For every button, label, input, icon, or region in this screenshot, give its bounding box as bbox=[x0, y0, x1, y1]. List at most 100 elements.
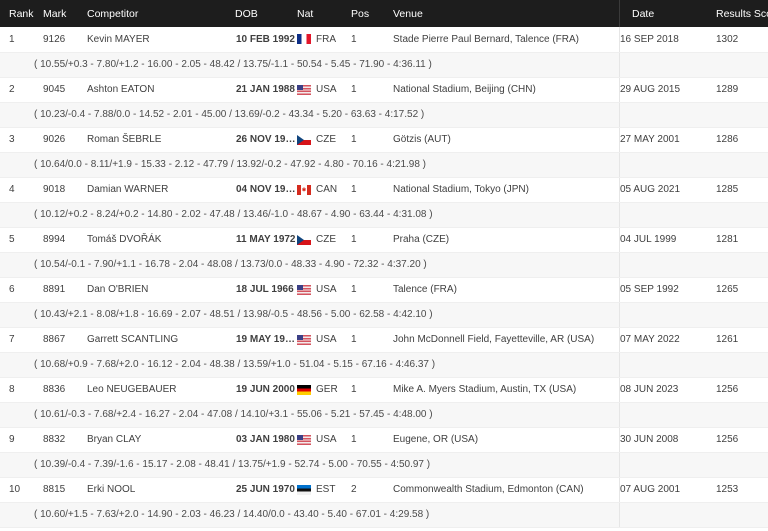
cell-venue: Götzis (AUT) bbox=[393, 127, 620, 153]
cell-dob: 03 JAN 1980 bbox=[235, 427, 297, 453]
cell-pos: 1 bbox=[351, 427, 393, 453]
table-row[interactable]: 6 8891 Dan O'BRIEN 18 JUL 1966 USA 1 Talence (… bbox=[0, 277, 768, 303]
table-row[interactable]: 5 8994 Tomáš DVOŘÁK 11 MAY 1972 CZE 1 Praha (C… bbox=[0, 227, 768, 253]
table-detail-row: ( 10.43/+2.1 - 8.08/+1.8 - 16.69 - 2.07 … bbox=[0, 302, 768, 328]
cell-rank: 4 bbox=[0, 177, 43, 203]
cell-competitor: Garrett SCANTLING bbox=[87, 327, 235, 353]
cell-competitor: Ashton EATON bbox=[87, 77, 235, 103]
cell-pos: 2 bbox=[351, 477, 393, 503]
detail-spacer-date bbox=[619, 102, 716, 128]
cell-results-score: 1281 bbox=[716, 227, 768, 253]
column-header-rank[interactable]: Rank bbox=[0, 0, 43, 27]
table-row[interactable]: 3 9026 Roman ŠEBRLE 26 NOV 1974 CZE 1 Götzis (… bbox=[0, 127, 768, 153]
flag-can-icon bbox=[297, 184, 311, 195]
cell-pos: 1 bbox=[351, 327, 393, 353]
flag-usa-icon bbox=[297, 284, 311, 295]
cell-nat: GER bbox=[297, 377, 351, 403]
detail-spacer-score bbox=[716, 102, 768, 128]
nat-code: FRA bbox=[316, 33, 336, 45]
cell-nat: CZE bbox=[297, 227, 351, 253]
cell-results-score: 1265 bbox=[716, 277, 768, 303]
detail-performance-breakdown: ( 10.39/-0.4 - 7.39/-1.6 - 15.17 - 2.08 … bbox=[0, 452, 620, 478]
cell-mark: 8867 bbox=[43, 327, 87, 353]
table-row[interactable]: 4 9018 Damian WARNER 04 NOV 1989 CAN 1 Nationa… bbox=[0, 177, 768, 203]
nat-code: USA bbox=[316, 284, 337, 295]
cell-mark: 9018 bbox=[43, 177, 87, 203]
cell-dob: 11 MAY 1972 bbox=[235, 227, 297, 253]
flag-fra-icon bbox=[297, 34, 311, 45]
nat-code: USA bbox=[316, 434, 337, 445]
cell-date: 07 AUG 2001 bbox=[619, 477, 716, 503]
detail-performance-breakdown: ( 10.23/-0.4 - 7.88/0.0 - 14.52 - 2.01 -… bbox=[0, 102, 620, 128]
cell-date: 04 JUL 1999 bbox=[619, 227, 716, 253]
column-header-mark[interactable]: Mark bbox=[43, 0, 87, 27]
cell-competitor: Leo NEUGEBAUER bbox=[87, 377, 235, 403]
cell-pos: 1 bbox=[351, 27, 393, 53]
cell-pos: 1 bbox=[351, 77, 393, 103]
cell-competitor: Tomáš DVOŘÁK bbox=[87, 227, 235, 253]
cell-rank: 1 bbox=[0, 27, 43, 53]
detail-performance-breakdown: ( 10.55/+0.3 - 7.80/+1.2 - 16.00 - 2.05 … bbox=[0, 52, 620, 78]
nat-code: USA bbox=[316, 84, 337, 95]
cell-venue: National Stadium, Tokyo (JPN) bbox=[393, 177, 620, 203]
detail-spacer-score bbox=[716, 202, 768, 228]
cell-rank: 2 bbox=[0, 77, 43, 103]
cell-date: 05 AUG 2021 bbox=[619, 177, 716, 203]
detail-spacer-date bbox=[619, 402, 716, 428]
cell-rank: 9 bbox=[0, 427, 43, 453]
cell-rank: 6 bbox=[0, 277, 43, 303]
cell-venue: Talence (FRA) bbox=[393, 277, 620, 303]
cell-date: 05 SEP 1992 bbox=[619, 277, 716, 303]
detail-performance-breakdown: ( 10.64/0.0 - 8.11/+1.9 - 15.33 - 2.12 -… bbox=[0, 152, 620, 178]
cell-dob: 26 NOV 1974 bbox=[235, 127, 297, 153]
detail-performance-breakdown: ( 10.43/+2.1 - 8.08/+1.8 - 16.69 - 2.07 … bbox=[0, 302, 620, 328]
nat-code: CZE bbox=[316, 234, 336, 245]
cell-date: 08 JUN 2023 bbox=[619, 377, 716, 403]
cell-competitor: Damian WARNER bbox=[87, 177, 235, 203]
cell-venue: Mike A. Myers Stadium, Austin, TX (USA) bbox=[393, 377, 620, 403]
column-header-pos[interactable]: Pos bbox=[351, 0, 393, 27]
cell-pos: 1 bbox=[351, 227, 393, 253]
cell-date: 16 SEP 2018 bbox=[619, 27, 716, 53]
cell-nat: EST bbox=[297, 477, 351, 503]
cell-nat: CZE bbox=[297, 127, 351, 153]
cell-dob: 18 JUL 1966 bbox=[235, 277, 297, 303]
cell-dob: 10 FEB 1992 bbox=[235, 27, 297, 53]
cell-results-score: 1256 bbox=[716, 427, 768, 453]
cell-results-score: 1302 bbox=[716, 27, 768, 53]
cell-pos: 1 bbox=[351, 177, 393, 203]
column-header-nat[interactable]: Nat bbox=[297, 0, 351, 27]
table-row[interactable]: 7 8867 Garrett SCANTLING 19 MAY 1993 USA 1 Joh… bbox=[0, 327, 768, 353]
table-row[interactable]: 2 9045 Ashton EATON 21 JAN 1988 USA 1 National… bbox=[0, 77, 768, 103]
cell-nat: USA bbox=[297, 427, 351, 453]
cell-dob: 25 JUN 1970 bbox=[235, 477, 297, 503]
cell-pos: 1 bbox=[351, 127, 393, 153]
table-detail-row: ( 10.12/+0.2 - 8.24/+0.2 - 14.80 - 2.02 … bbox=[0, 202, 768, 228]
detail-spacer-date bbox=[619, 202, 716, 228]
table-body: 1 9126 Kevin MAYER 10 FEB 1992 FRA 1 Stade Pie… bbox=[0, 27, 768, 528]
detail-spacer-date bbox=[619, 452, 716, 478]
cell-results-score: 1289 bbox=[716, 77, 768, 103]
cell-date: 30 JUN 2008 bbox=[619, 427, 716, 453]
detail-spacer-date bbox=[619, 152, 716, 178]
cell-results-score: 1253 bbox=[716, 477, 768, 503]
table-row[interactable]: 9 8832 Bryan CLAY 03 JAN 1980 USA 1 Eugene, OR… bbox=[0, 427, 768, 453]
column-header-results-score[interactable]: Results Score bbox=[716, 0, 768, 27]
nat-code: USA bbox=[316, 334, 337, 345]
table-detail-row: ( 10.54/-0.1 - 7.90/+1.1 - 16.78 - 2.04 … bbox=[0, 252, 768, 278]
cell-competitor: Dan O'BRIEN bbox=[87, 277, 235, 303]
table-row[interactable]: 10 8815 Erki NOOL 25 JUN 1970 EST 2 Commonweal… bbox=[0, 477, 768, 503]
flag-usa-icon bbox=[297, 334, 311, 345]
table-row[interactable]: 1 9126 Kevin MAYER 10 FEB 1992 FRA 1 Stade Pie… bbox=[0, 27, 768, 53]
nat-code: CZE bbox=[316, 134, 336, 145]
column-header-date[interactable]: Date bbox=[619, 0, 716, 27]
cell-mark: 9126 bbox=[43, 27, 87, 53]
table-detail-row: ( 10.61/-0.3 - 7.68/+2.4 - 16.27 - 2.04 … bbox=[0, 402, 768, 428]
detail-spacer-score bbox=[716, 52, 768, 78]
column-header-competitor[interactable]: Competitor bbox=[87, 0, 235, 27]
table-row[interactable]: 8 8836 Leo NEUGEBAUER 19 JUN 2000 GER 1 Mike A… bbox=[0, 377, 768, 403]
detail-spacer-score bbox=[716, 402, 768, 428]
table-detail-row: ( 10.68/+0.9 - 7.68/+2.0 - 16.12 - 2.04 … bbox=[0, 352, 768, 378]
column-header-venue[interactable]: Venue bbox=[393, 0, 620, 27]
column-header-dob[interactable]: DOB bbox=[235, 0, 297, 27]
